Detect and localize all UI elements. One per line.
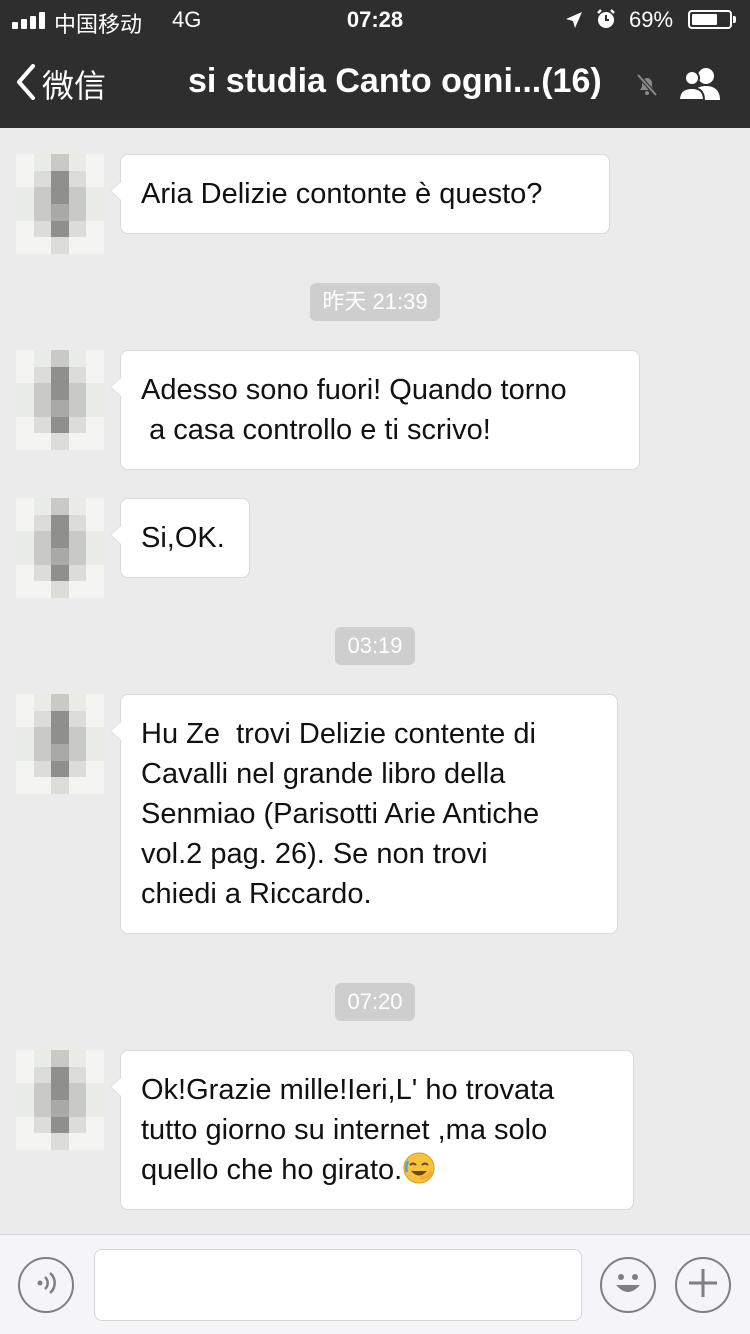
plus-icon xyxy=(686,1266,720,1305)
group-members-button[interactable] xyxy=(676,64,726,109)
battery-fill xyxy=(692,14,717,25)
alarm-clock-icon xyxy=(595,8,617,36)
back-button[interactable]: 微信 xyxy=(16,60,106,108)
input-bar xyxy=(0,1234,750,1334)
message-bubble[interactable]: Aria Delizie contonte è questo? xyxy=(110,154,610,234)
avatar[interactable] xyxy=(16,498,104,598)
chat-title: si studia Canto ogni...(16) xyxy=(188,62,602,100)
emoji-button[interactable] xyxy=(600,1257,656,1313)
status-bar: 中国移动 4G 07:28 69% xyxy=(0,0,750,40)
avatar[interactable] xyxy=(16,694,104,794)
message-bubble[interactable]: Ok!Grazie mille!Ieri,L' ho trovata tutto… xyxy=(110,1050,634,1210)
message-bubble[interactable]: Si,OK. xyxy=(110,498,250,578)
location-arrow-icon xyxy=(564,10,584,36)
chevron-left-icon xyxy=(16,63,36,105)
back-label: 微信 xyxy=(42,68,107,104)
battery-percent: 69% xyxy=(629,7,674,32)
muted-bell-icon xyxy=(634,72,660,103)
timestamp-label: 07:20 xyxy=(335,983,415,1021)
more-options-button[interactable] xyxy=(675,1257,731,1313)
avatar[interactable] xyxy=(16,154,104,254)
avatar[interactable] xyxy=(16,1050,104,1150)
nav-bar: 微信 si studia Canto ogni...(16) xyxy=(0,40,750,128)
message-bubble[interactable]: Hu Ze trovi Delizie contente di Cavalli … xyxy=(110,694,618,934)
timestamp-label: 03:19 xyxy=(335,627,415,665)
voice-icon xyxy=(31,1268,61,1303)
timestamp: 昨天 21:39 xyxy=(0,283,750,321)
message-bubble[interactable]: Adesso sono fuori! Quando torno a casa c… xyxy=(110,350,640,470)
timestamp: 07:20 xyxy=(0,983,750,1021)
timestamp: 03:19 xyxy=(0,627,750,665)
timestamp-label: 昨天 21:39 xyxy=(310,283,440,321)
message-text: Ok!Grazie mille!Ieri,L' ho trovata tutto… xyxy=(141,1074,555,1186)
smiley-icon xyxy=(608,1263,648,1308)
message-list[interactable]: Aria Delizie contonte è questo? 昨天 21:39… xyxy=(0,128,750,1234)
people-icon xyxy=(676,68,726,108)
avatar[interactable] xyxy=(16,350,104,450)
face-palm-laughing-icon xyxy=(402,1151,436,1196)
message-input[interactable] xyxy=(94,1249,582,1321)
voice-input-button[interactable] xyxy=(18,1257,74,1313)
battery-icon xyxy=(688,10,736,29)
